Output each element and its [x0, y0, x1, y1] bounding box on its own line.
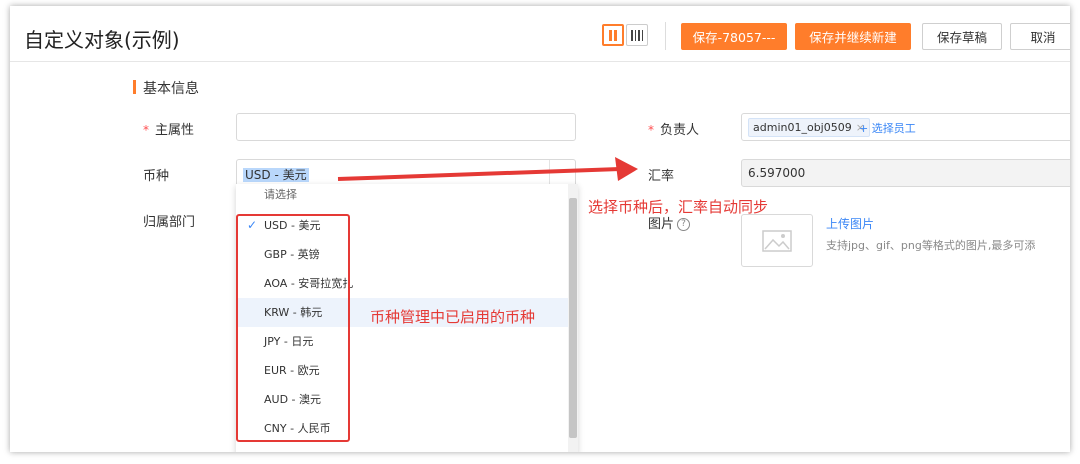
sync-annotation: 选择币种后，汇率自动同步: [588, 198, 769, 216]
annotation-arrow-icon: [337, 157, 638, 181]
form-window: 自定义对象(示例) 保存-78057--- 保存并继续新建 保存草稿 取消 基本…: [10, 6, 1070, 452]
